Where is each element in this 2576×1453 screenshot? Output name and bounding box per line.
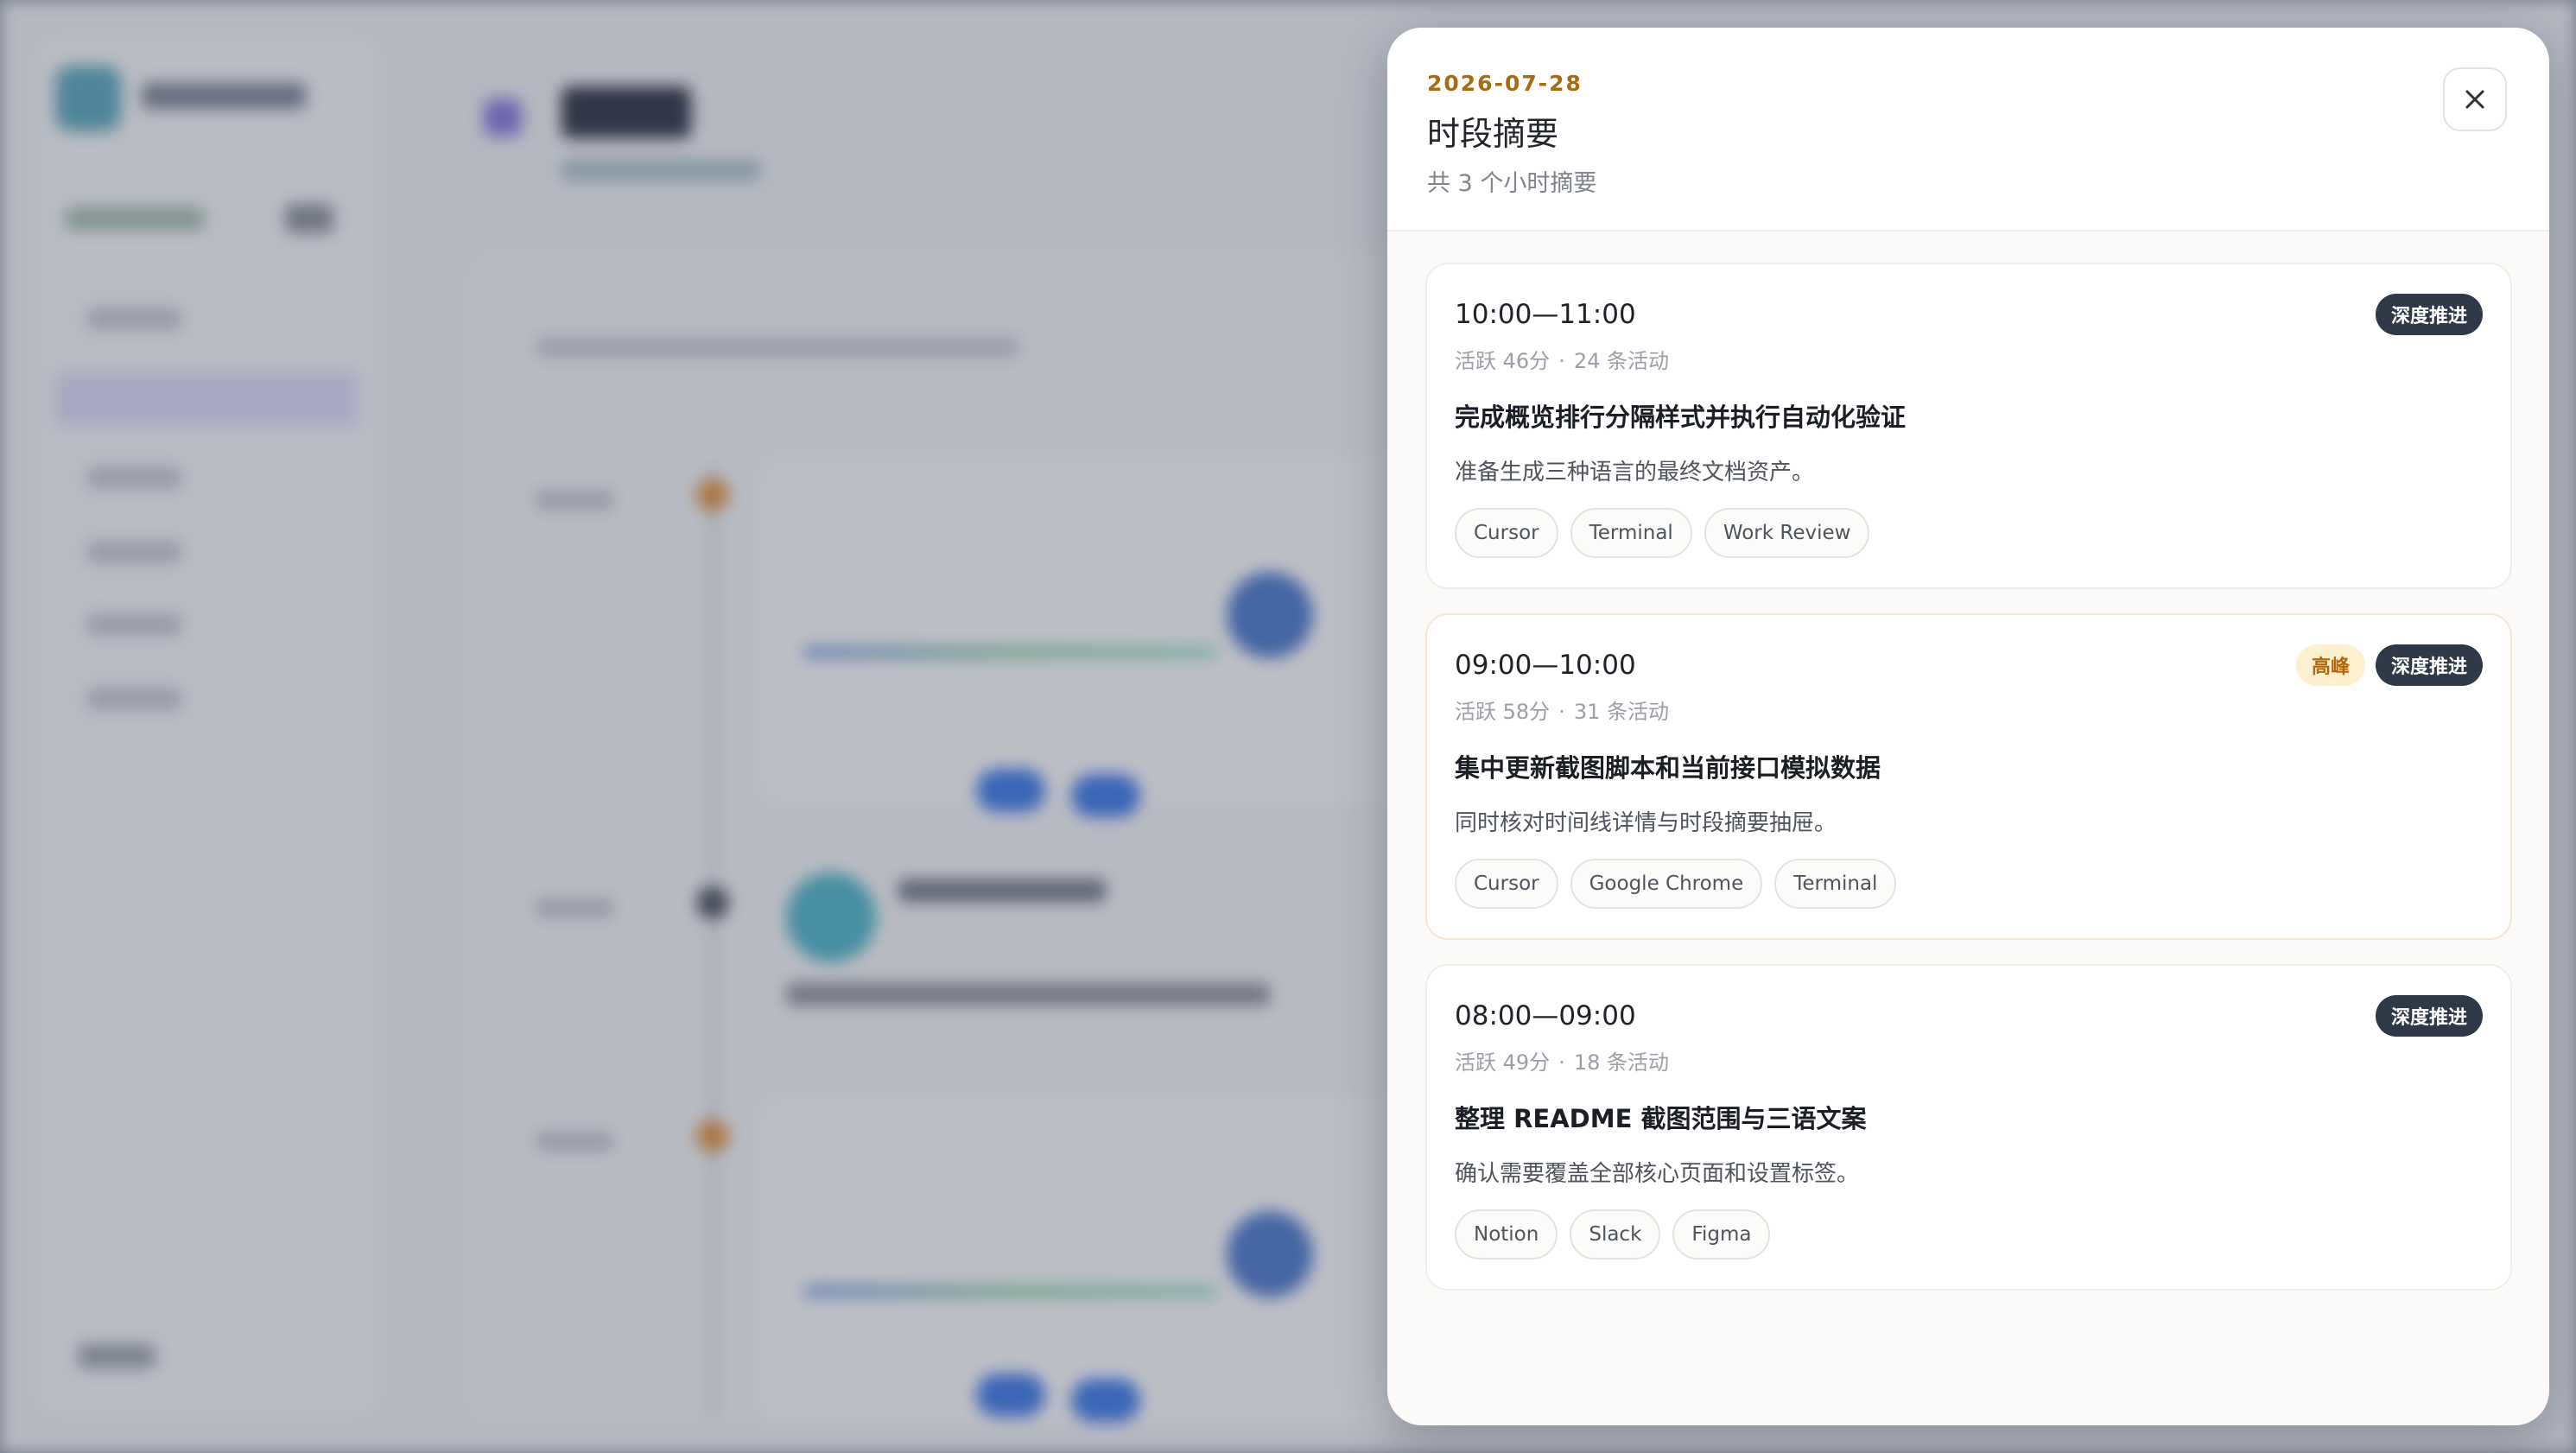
card-badges: 深度推进 xyxy=(2375,995,2483,1037)
card-description: 准备生成三种语言的最终文档资产。 xyxy=(1455,460,1815,485)
card-activity-count: 31 条活动 xyxy=(1573,700,1669,724)
card-time-range: 08:00—09:00 xyxy=(1455,1000,1636,1031)
summary-card[interactable]: 10:00—11:00 活跃 46分 · 24 条活动 深度推进 完成概览排行分隔样… xyxy=(1425,263,2512,589)
card-meta: 活跃 49分 · 18 条活动 xyxy=(1455,1045,1669,1075)
card-meta: 活跃 46分 · 24 条活动 xyxy=(1455,344,1669,374)
drawer-title: 时段摘要 xyxy=(1427,115,1559,153)
card-headline: 整理 README 截图范围与三语文案 xyxy=(1455,1104,1867,1133)
card-active-duration: 活跃 58分 xyxy=(1455,700,1551,724)
app-tag: Notion xyxy=(1455,1209,1558,1259)
card-headline: 集中更新截图脚本和当前接口模拟数据 xyxy=(1455,753,1881,783)
card-meta: 活跃 58分 · 31 条活动 xyxy=(1455,695,1669,725)
close-icon xyxy=(2465,90,2484,109)
meta-separator: · xyxy=(1558,349,1565,373)
card-active-duration: 活跃 46分 xyxy=(1455,349,1551,373)
drawer-header: 2026-07-28 时段摘要 共 3 个小时摘要 xyxy=(1387,28,2549,232)
card-description: 确认需要覆盖全部核心页面和设置标签。 xyxy=(1455,1161,1860,1187)
meta-separator: · xyxy=(1558,700,1565,724)
app-tag: Slack xyxy=(1570,1209,1661,1259)
card-time-range: 09:00—10:00 xyxy=(1455,650,1636,681)
card-time-range: 10:00—11:00 xyxy=(1455,299,1636,330)
focus-badge: 深度推进 xyxy=(2375,294,2483,335)
app-tag: Google Chrome xyxy=(1570,859,1763,909)
card-headline: 完成概览排行分隔样式并执行自动化验证 xyxy=(1455,403,1907,432)
focus-badge: 深度推进 xyxy=(2375,644,2483,686)
app-tag: Terminal xyxy=(1774,859,1897,909)
close-button[interactable] xyxy=(2443,67,2507,131)
app-tags: Notion Slack Figma xyxy=(1455,1209,1771,1259)
app-tag: Cursor xyxy=(1455,859,1558,909)
card-description: 同时核对时间线详情与时段摘要抽屉。 xyxy=(1455,810,1837,836)
meta-separator: · xyxy=(1558,1050,1565,1075)
card-active-duration: 活跃 49分 xyxy=(1455,1050,1551,1075)
peak-badge: 高峰 xyxy=(2295,644,2365,686)
summary-card-list: 10:00—11:00 活跃 46分 · 24 条活动 深度推进 完成概览排行分隔样… xyxy=(1425,263,2512,1315)
app-tags: Cursor Terminal Work Review xyxy=(1455,508,1870,558)
hourly-summary-drawer: 2026-07-28 时段摘要 共 3 个小时摘要 10:00—11:00 活跃… xyxy=(1387,28,2549,1425)
drawer-subtitle: 共 3 个小时摘要 xyxy=(1427,170,1597,197)
card-badges: 高峰 深度推进 xyxy=(2295,644,2483,686)
drawer-date: 2026-07-28 xyxy=(1427,71,1583,96)
app-tag: Terminal xyxy=(1570,508,1692,558)
focus-badge: 深度推进 xyxy=(2375,995,2483,1037)
app-tag: Cursor xyxy=(1455,508,1558,558)
app-tags: Cursor Google Chrome Terminal xyxy=(1455,859,1897,909)
summary-card[interactable]: 09:00—10:00 活跃 58分 · 31 条活动 高峰 深度推进 集中更新截图… xyxy=(1425,613,2512,940)
summary-card[interactable]: 08:00—09:00 活跃 49分 · 18 条活动 深度推进 整理 README… xyxy=(1425,964,2512,1291)
app-tag: Figma xyxy=(1672,1209,1771,1259)
card-activity-count: 24 条活动 xyxy=(1573,349,1669,373)
card-badges: 深度推进 xyxy=(2375,294,2483,335)
card-activity-count: 18 条活动 xyxy=(1573,1050,1669,1075)
app-tag: Work Review xyxy=(1704,508,1870,558)
